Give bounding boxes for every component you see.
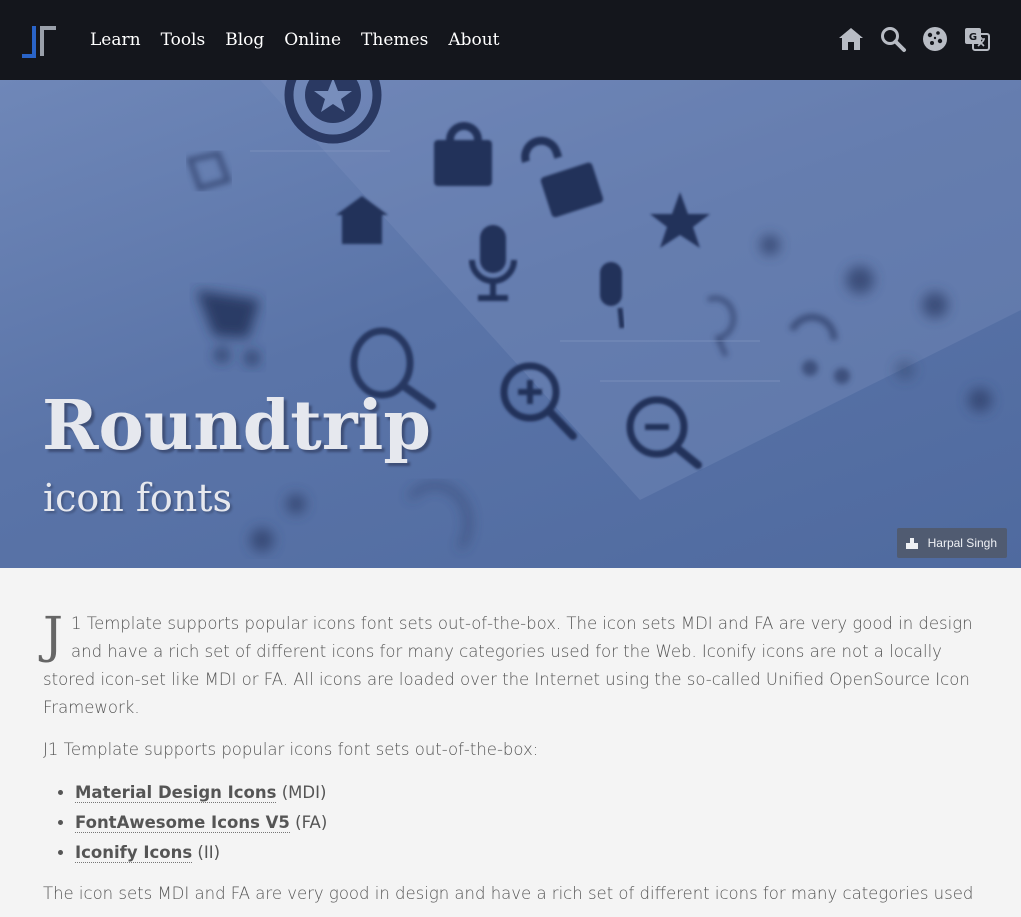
- drop-cap: J: [43, 606, 64, 664]
- credit-author: Harpal Singh: [927, 536, 997, 550]
- hero-subtitle: icon fonts: [43, 476, 233, 520]
- list-item-abbr: (FA): [295, 813, 328, 832]
- search-icon[interactable]: [879, 25, 907, 53]
- icon-set-list: Material Design Icons (MDI) FontAwesome …: [43, 778, 978, 868]
- top-navbar: Learn Tools Blog Online Themes About G: [0, 0, 1021, 80]
- link-material-design-icons[interactable]: Material Design Icons: [75, 783, 277, 803]
- nav-blog[interactable]: Blog: [225, 30, 264, 50]
- list-item: FontAwesome Icons V5 (FA): [75, 808, 978, 838]
- link-iconify-icons[interactable]: Iconify Icons: [75, 843, 193, 863]
- image-credit-badge[interactable]: Harpal Singh: [896, 528, 1007, 558]
- intro-text: 1 Template supports popular icons font s…: [43, 614, 973, 717]
- list-item: Material Design Icons (MDI): [75, 778, 978, 808]
- quick-links: G: [823, 25, 991, 53]
- list-item: Iconify Icons (II): [75, 838, 978, 868]
- list-item-abbr: (MDI): [281, 783, 327, 802]
- list-intro-paragraph: J1 Template supports popular icons font …: [43, 740, 539, 759]
- nav-tools[interactable]: Tools: [161, 30, 206, 50]
- hero-banner: Roundtrip icon fonts Harpal Singh: [0, 80, 1021, 568]
- link-fontawesome-icons[interactable]: FontAwesome Icons V5: [75, 813, 290, 833]
- nav-themes[interactable]: Themes: [361, 30, 428, 50]
- translate-icon[interactable]: G: [963, 25, 991, 53]
- j1-logo[interactable]: [20, 24, 58, 58]
- body-paragraph: The icon sets MDI and FA are very good i…: [43, 884, 974, 903]
- cookie-icon[interactable]: [921, 25, 949, 53]
- intro-paragraph: J1 Template supports popular icons font …: [43, 610, 978, 722]
- article-body: J1 Template supports popular icons font …: [43, 610, 978, 917]
- hero-title: Roundtrip: [42, 386, 431, 466]
- home-icon[interactable]: [837, 25, 865, 53]
- cart-icon: [196, 290, 260, 365]
- nav-online[interactable]: Online: [284, 30, 341, 50]
- nav-learn[interactable]: Learn: [90, 30, 141, 50]
- list-item-abbr: (II): [197, 843, 221, 862]
- nav-about[interactable]: About: [448, 30, 499, 50]
- camera-icon: [905, 538, 918, 549]
- page: Learn Tools Blog Online Themes About G R…: [0, 0, 1021, 917]
- main-menu: Learn Tools Blog Online Themes About: [90, 0, 520, 80]
- svg-text:G: G: [969, 32, 977, 43]
